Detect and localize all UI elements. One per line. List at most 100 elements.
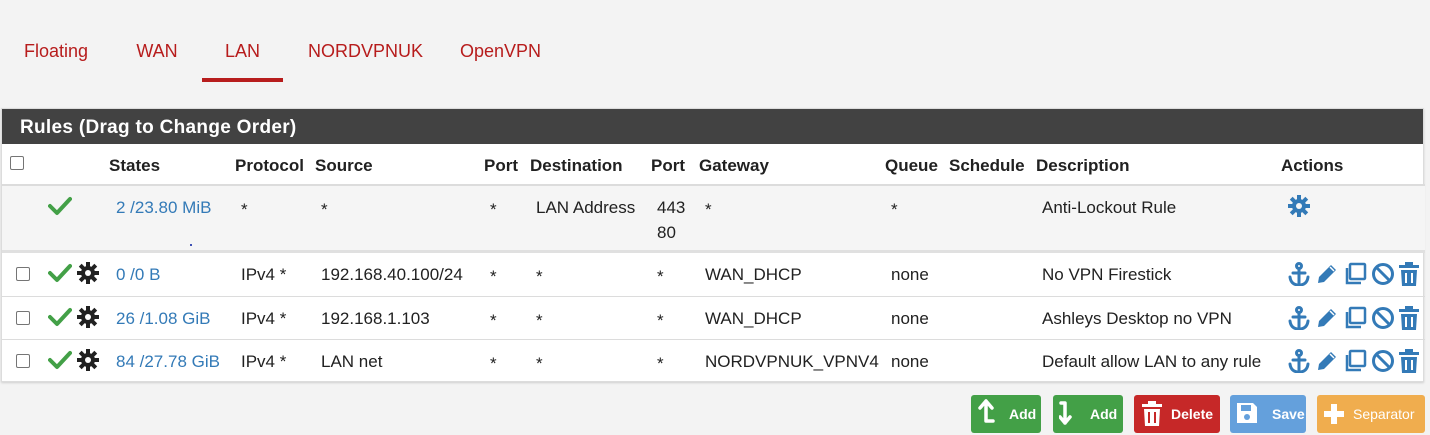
dest-port-cell-2: 80 <box>657 223 676 242</box>
add-bottom-label: Add <box>1090 406 1118 422</box>
pencil-icon[interactable] <box>1315 306 1339 330</box>
tab-floating[interactable]: Floating <box>22 38 90 82</box>
trash-icon[interactable] <box>1397 306 1421 331</box>
gateway-cell: NORDVPNUK_VPNV4 <box>705 352 879 371</box>
arrow-down-icon <box>1059 401 1072 425</box>
rules-panel: Rules (Drag to Change Order) States Prot… <box>1 108 1425 383</box>
add-bottom-button[interactable]: Add <box>1053 395 1123 433</box>
table-row[interactable]: 84 /27.78 GiB IPv4 * LAN net * * * NORDVPNUK_V… <box>2 340 1425 383</box>
anchor-icon[interactable] <box>1287 306 1311 330</box>
tab-wan[interactable]: WAN <box>134 38 180 82</box>
port-cell: * <box>490 311 497 330</box>
floppy-icon <box>1237 403 1257 423</box>
gateway-cell: WAN_DHCP <box>705 265 802 284</box>
trash-icon[interactable] <box>1397 262 1421 287</box>
rule-tabs: Floating WAN LAN NORDVPNUK OpenVPN <box>0 0 1430 82</box>
source-cell: * <box>321 200 328 219</box>
destination-cell: * <box>536 267 543 286</box>
table-row[interactable]: 0 /0 B IPv4 * 192.168.40.100/24 * * * WAN_DHCP… <box>2 253 1425 297</box>
row-checkbox[interactable] <box>16 267 30 281</box>
cursor-dot <box>190 244 192 246</box>
dest-port-cell: * <box>657 267 664 286</box>
col-protocol[interactable]: Protocol <box>235 156 304 176</box>
plus-icon <box>1324 404 1344 424</box>
pencil-icon[interactable] <box>1315 349 1339 373</box>
delete-button[interactable]: Delete <box>1134 395 1220 433</box>
separator-button[interactable]: Separator <box>1317 395 1425 433</box>
panel-title: Rules (Drag to Change Order) <box>2 109 1423 144</box>
copy-icon[interactable] <box>1343 306 1367 330</box>
save-button[interactable]: Save <box>1230 395 1306 433</box>
table-row[interactable]: 26 /1.08 GiB IPv4 * 192.168.1.103 * * * WAN_DH… <box>2 297 1425 340</box>
row-checkbox[interactable] <box>16 354 30 368</box>
states-link[interactable]: 0 /0 B <box>116 265 160 285</box>
protocol-cell: IPv4 * <box>241 352 287 371</box>
anchor-icon[interactable] <box>1287 262 1311 286</box>
col-port[interactable]: Port <box>484 156 518 176</box>
disable-icon[interactable] <box>1371 306 1395 330</box>
tab-openvpn[interactable]: OpenVPN <box>460 38 541 82</box>
destination-cell: * <box>536 311 543 330</box>
states-link[interactable]: 84 /27.78 GiB <box>116 352 220 372</box>
copy-icon[interactable] <box>1343 262 1367 286</box>
check-icon[interactable] <box>48 350 72 370</box>
arrow-up-icon <box>978 399 995 423</box>
add-top-button[interactable]: Add <box>971 395 1041 433</box>
trash-icon <box>1142 401 1162 426</box>
anchor-icon[interactable] <box>1287 349 1311 373</box>
tab-nordvpnuk[interactable]: NORDVPNUK <box>308 38 423 82</box>
table-row-anti-lockout[interactable]: 2 /23.80 MiB * * * LAN Address 443 80 * … <box>2 186 1425 253</box>
dest-port-cell: 443 <box>657 198 686 217</box>
queue-cell: none <box>891 265 929 284</box>
col-dest-port[interactable]: Port <box>651 156 685 176</box>
col-destination[interactable]: Destination <box>530 156 623 176</box>
add-top-label: Add <box>1009 406 1037 422</box>
col-queue[interactable]: Queue <box>885 156 938 176</box>
port-cell: * <box>490 267 497 286</box>
trash-icon[interactable] <box>1397 349 1421 374</box>
col-states[interactable]: States <box>109 156 160 176</box>
states-link[interactable]: 2 /23.80 MiB <box>116 198 211 218</box>
gear-icon[interactable] <box>76 348 100 372</box>
col-actions: Actions <box>1281 156 1344 175</box>
col-description[interactable]: Description <box>1036 156 1130 176</box>
queue-cell: none <box>891 309 929 328</box>
gear-icon[interactable] <box>76 261 100 285</box>
description-cell: No VPN Firestick <box>1042 265 1172 284</box>
delete-label: Delete <box>1171 406 1214 422</box>
col-schedule[interactable]: Schedule <box>949 156 1025 176</box>
source-cell: LAN net <box>321 352 383 371</box>
source-cell: 192.168.1.103 <box>321 309 430 328</box>
gear-icon[interactable] <box>76 305 100 329</box>
protocol-cell: IPv4 * <box>241 309 287 328</box>
table-header: States Protocol Source Port Destination … <box>2 144 1425 186</box>
row-checkbox[interactable] <box>16 311 30 325</box>
destination-cell: LAN Address <box>536 198 636 217</box>
select-all-checkbox[interactable] <box>10 156 24 170</box>
disable-icon[interactable] <box>1371 349 1395 373</box>
port-cell: * <box>490 354 497 373</box>
queue-cell: * <box>891 200 898 219</box>
col-source[interactable]: Source <box>315 156 373 176</box>
check-icon[interactable] <box>48 263 72 283</box>
gateway-cell: WAN_DHCP <box>705 309 802 328</box>
tab-lan[interactable]: LAN <box>202 38 283 82</box>
check-icon[interactable] <box>48 307 72 327</box>
states-link[interactable]: 26 /1.08 GiB <box>116 309 211 329</box>
dest-port-cell: * <box>657 311 664 330</box>
queue-cell: none <box>891 352 929 371</box>
description-cell: Anti-Lockout Rule <box>1042 198 1177 217</box>
protocol-cell: IPv4 * <box>241 265 287 284</box>
separator-label: Separator <box>1353 406 1415 422</box>
copy-icon[interactable] <box>1343 349 1367 373</box>
description-cell: Default allow LAN to any rule <box>1042 352 1262 371</box>
gear-icon[interactable] <box>1287 194 1311 218</box>
dest-port-cell: * <box>657 354 664 373</box>
pencil-icon[interactable] <box>1315 262 1339 286</box>
description-cell: Ashleys Desktop no VPN <box>1042 309 1232 328</box>
protocol-cell: * <box>241 200 248 219</box>
port-cell: * <box>490 200 497 219</box>
gateway-cell: * <box>705 200 712 219</box>
disable-icon[interactable] <box>1371 262 1395 286</box>
col-gateway[interactable]: Gateway <box>699 156 769 176</box>
